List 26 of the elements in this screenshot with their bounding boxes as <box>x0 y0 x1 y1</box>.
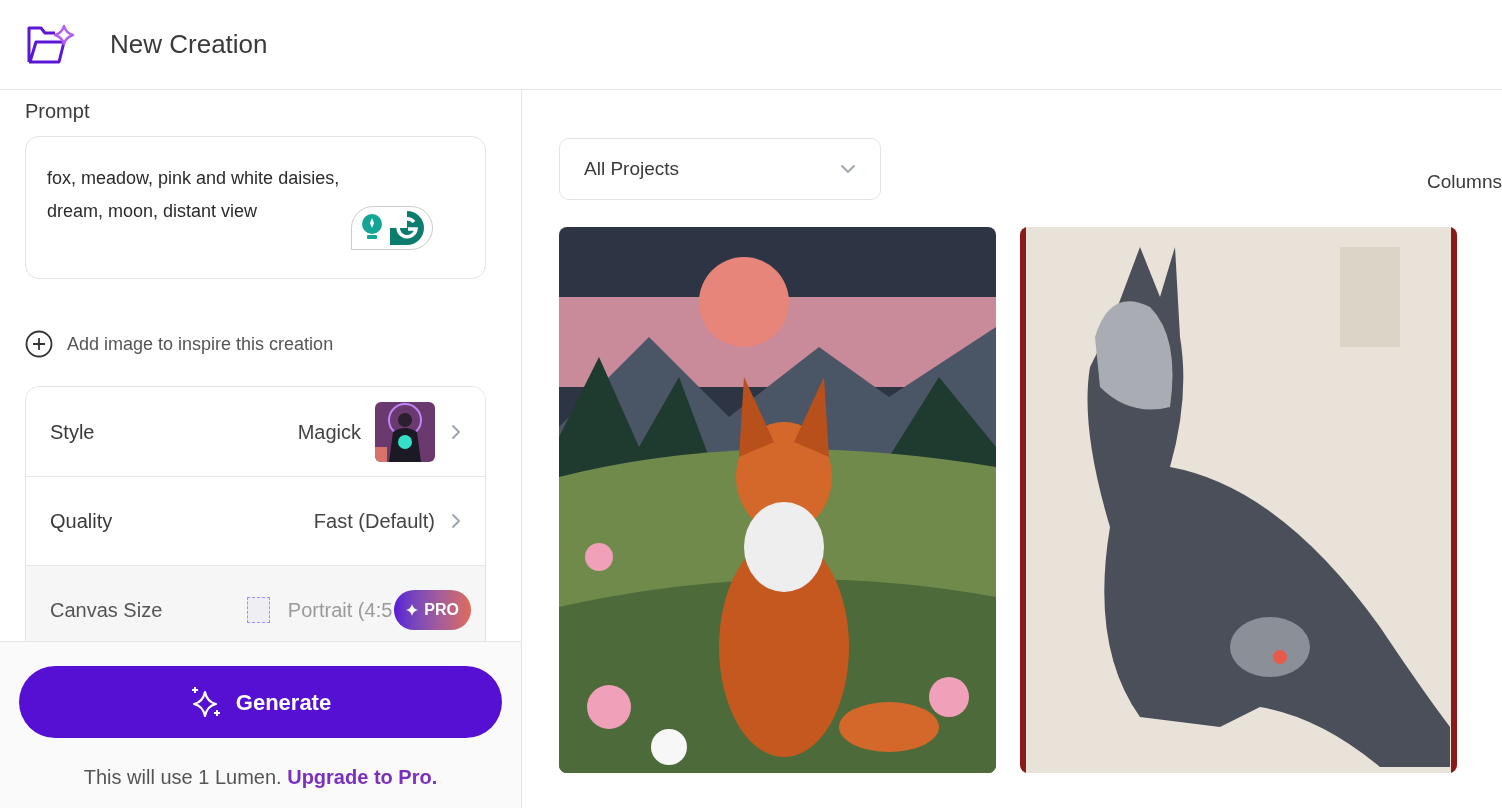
portrait-icon <box>246 597 270 623</box>
plus-circle-icon <box>25 330 53 358</box>
g-logo-icon <box>390 211 424 245</box>
folder-sparkle-icon <box>26 23 76 66</box>
sparkle-icon <box>406 604 419 616</box>
upgrade-link[interactable]: Upgrade to Pro. <box>287 766 438 788</box>
add-image-button[interactable]: Add image to inspire this creation <box>25 330 496 358</box>
columns-label: Columns <box>1427 170 1502 194</box>
setting-label: Quality <box>50 509 114 534</box>
generate-button[interactable]: Generate <box>19 666 502 738</box>
chevron-down-icon <box>840 164 856 174</box>
setting-value: Fast (Default) <box>313 509 435 534</box>
prompt-label: Prompt <box>25 99 91 124</box>
page-title: New Creation <box>110 28 268 61</box>
pro-badge: PRO <box>394 590 471 630</box>
sparkles-icon <box>189 686 222 718</box>
prompt-field[interactable]: fox, meadow, pink and white daisies, dream, moon, distant view <box>25 136 486 279</box>
chevron-right-icon <box>451 423 461 440</box>
project-dropdown[interactable]: All Projects <box>559 138 881 200</box>
setting-value: Portrait (4:5 <box>287 598 393 623</box>
chevron-right-icon <box>451 513 461 529</box>
grammar-widget[interactable] <box>351 206 433 250</box>
setting-value: Magick <box>297 419 361 445</box>
setting-label: Canvas Size <box>50 598 164 623</box>
setting-label: Style <box>50 419 96 445</box>
lumen-note: This will use 1 Lumen. Upgrade to Pro. <box>83 765 438 790</box>
